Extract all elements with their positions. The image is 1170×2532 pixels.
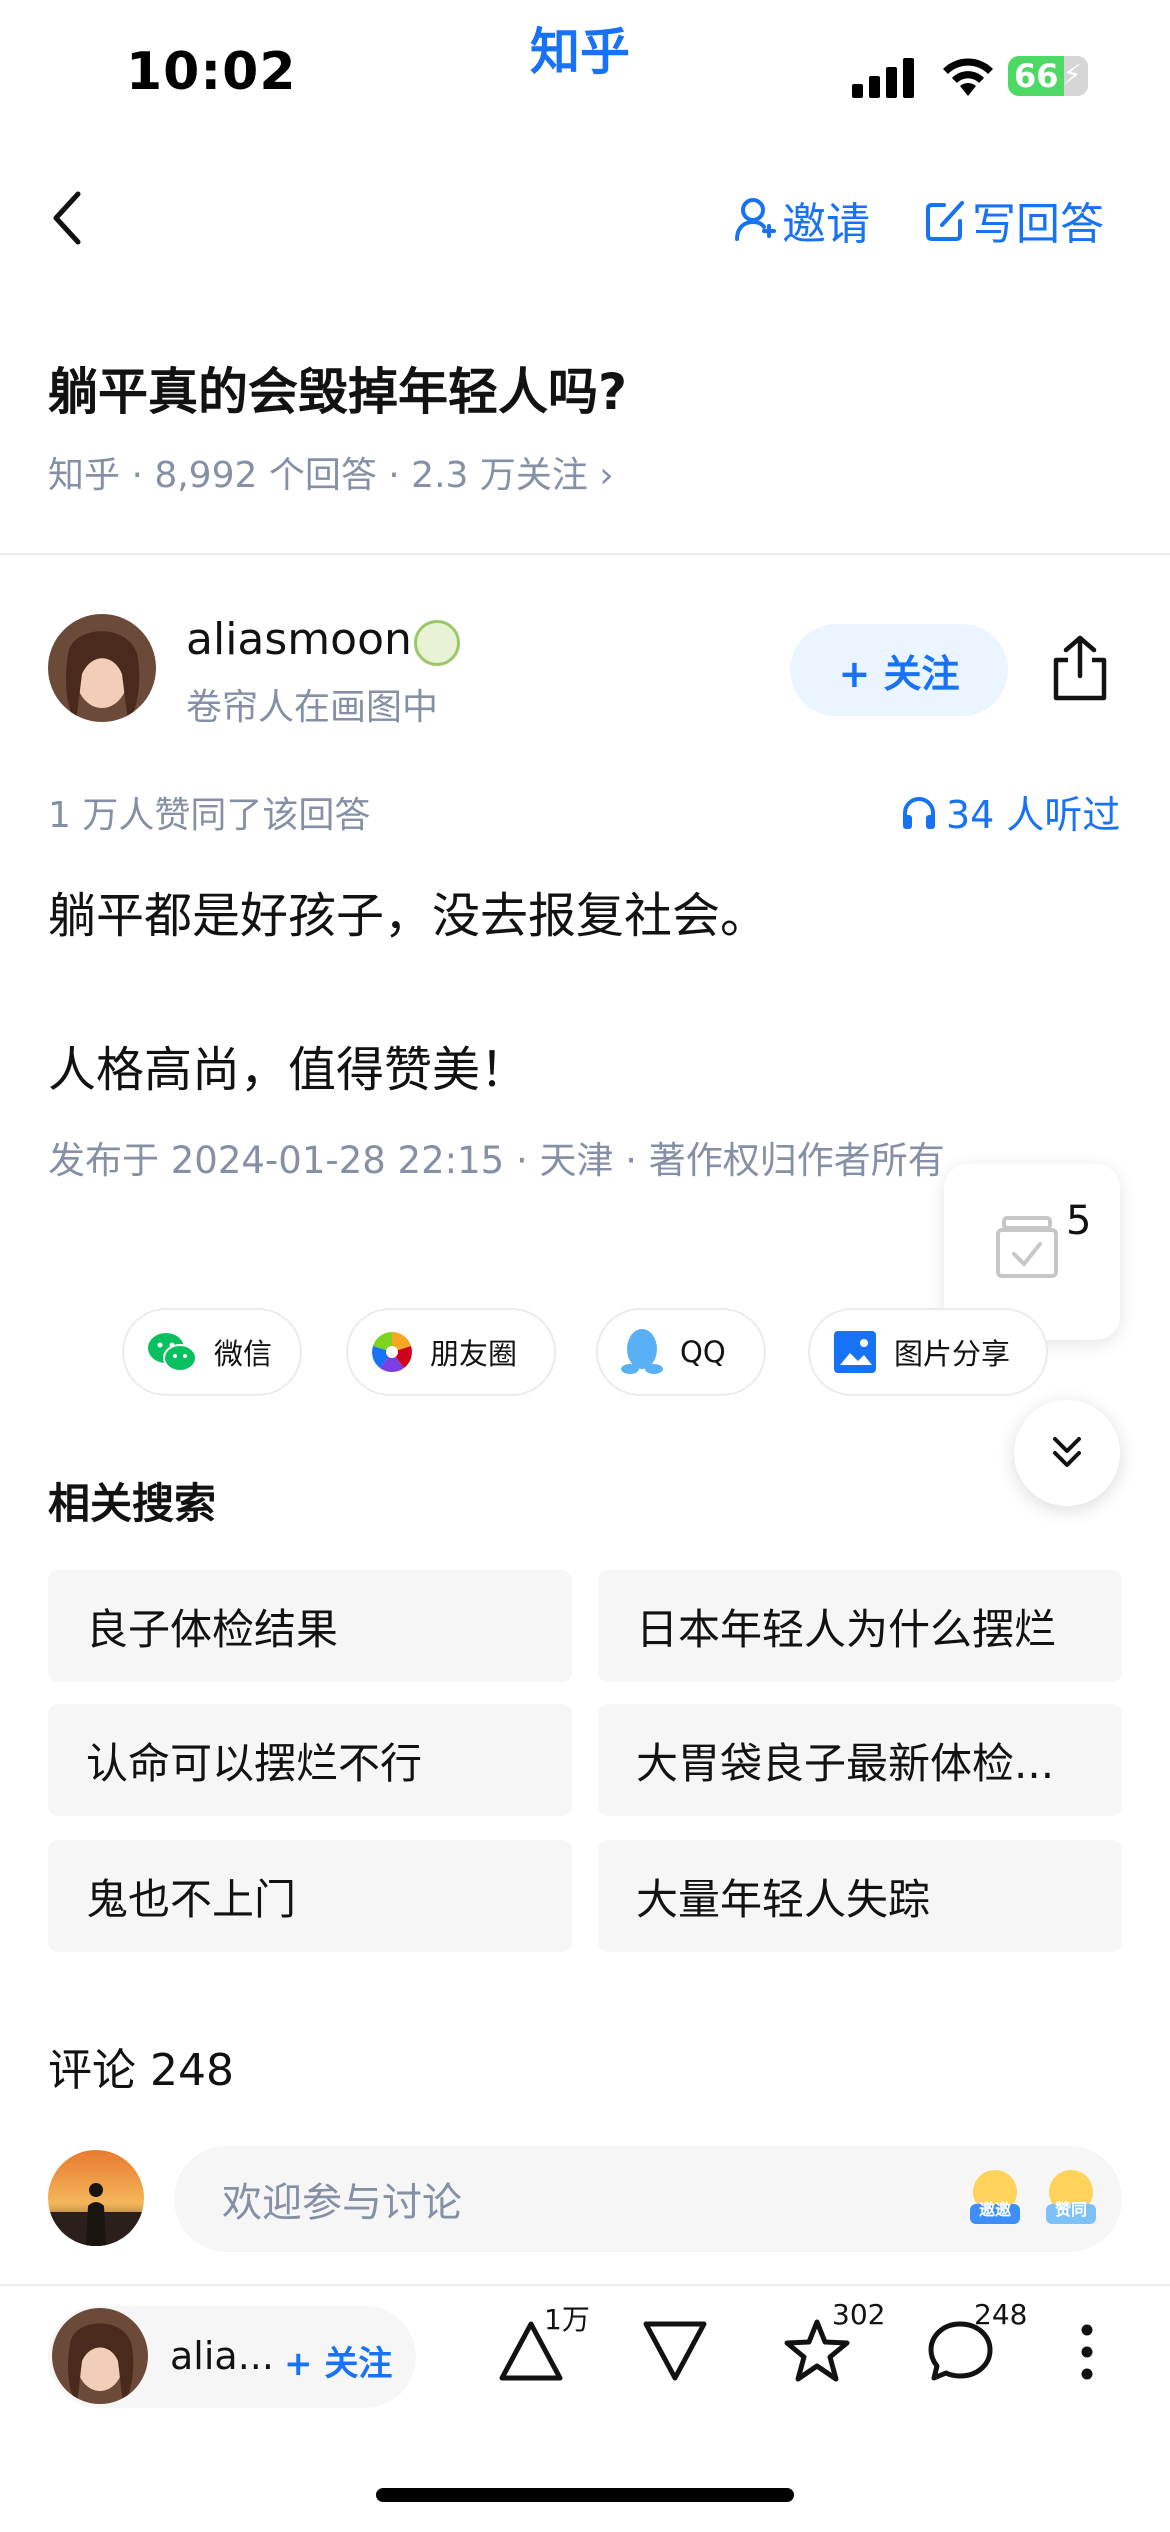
back-arrow-icon[interactable] xyxy=(48,188,96,248)
scroll-down-button[interactable] xyxy=(1014,1400,1120,1506)
star-count: 302 xyxy=(832,2298,886,2331)
section-divider xyxy=(0,553,1170,555)
related-search-item[interactable]: 大胃袋良子最新体检... xyxy=(598,1704,1122,1816)
image-share-icon xyxy=(834,1331,876,1373)
listened-count: 34 人听过 xyxy=(946,793,1121,837)
question-title[interactable]: 躺平真的会毁掉年轻人吗? xyxy=(48,352,627,424)
bottom-follow-button[interactable]: + 关注 xyxy=(284,2336,392,2385)
battery-indicator: 66 ⚡ xyxy=(1008,56,1088,96)
signal-icon xyxy=(852,58,914,98)
collection-count: 5 xyxy=(1066,1198,1092,1244)
share-image-label: 图片分享 xyxy=(894,1337,1011,1371)
share-moments-button[interactable]: 朋友圈 xyxy=(346,1308,556,1396)
related-search-item[interactable]: 认命可以摆烂不行 xyxy=(48,1704,572,1816)
related-search-item[interactable]: 良子体检结果 xyxy=(48,1570,572,1682)
follow-button[interactable]: + 关注 xyxy=(790,624,1008,716)
agree-emoji-icon[interactable]: 赞同 xyxy=(1042,2168,1100,2230)
battery-level: 66 xyxy=(1014,57,1059,95)
author-badge-icon xyxy=(414,620,460,666)
comments-title: 评论 248 xyxy=(48,2045,234,2096)
wechat-icon xyxy=(148,1333,197,1372)
emoji-label: 赞同 xyxy=(1054,2200,1087,2219)
emoji-label: 邀邀 xyxy=(978,2200,1011,2219)
upvote-summary: 1 万人赞同了该回答 xyxy=(48,795,371,836)
publish-meta: 发布于 2024-01-28 22:15 · 天津 · 著作权归作者所有 xyxy=(48,1139,945,1182)
moments-aperture-icon xyxy=(372,1332,412,1372)
comment-count: 248 xyxy=(974,2298,1028,2331)
headphones-icon xyxy=(903,796,935,829)
bottom-author-avatar[interactable] xyxy=(52,2308,148,2404)
upvote-count: 1万 xyxy=(544,2303,590,2336)
invite-emoji-icon[interactable]: 邀邀 xyxy=(966,2168,1024,2230)
share-icon[interactable] xyxy=(1050,634,1110,702)
invite-label: 邀请 xyxy=(782,199,870,250)
edit-icon xyxy=(926,201,964,241)
bottom-bar-divider xyxy=(0,2284,1170,2286)
charging-icon: ⚡ xyxy=(1062,58,1082,91)
write-answer-label: 写回答 xyxy=(972,199,1104,250)
write-answer-button[interactable]: 写回答 xyxy=(924,188,1104,252)
app-title: 知乎 xyxy=(530,23,630,81)
share-wechat-button[interactable]: 微信 xyxy=(122,1308,302,1396)
home-indicator[interactable] xyxy=(376,2488,794,2502)
more-vertical-icon[interactable] xyxy=(1074,2322,1100,2382)
downvote-icon[interactable] xyxy=(640,2318,710,2384)
share-qq-label: QQ xyxy=(680,1335,726,1369)
related-search-item[interactable]: 大量年轻人失踪 xyxy=(598,1840,1122,1952)
author-name[interactable]: aliasmoon xyxy=(186,614,412,665)
author-bio: 卷帘人在画图中 xyxy=(186,687,439,728)
listen-button[interactable]: 34 人听过 xyxy=(900,784,1120,839)
question-meta[interactable]: 知乎 · 8,992 个回答 · 2.3 万关注 › xyxy=(48,446,614,498)
share-image-button[interactable]: 图片分享 xyxy=(808,1308,1048,1396)
share-qq-button[interactable]: QQ xyxy=(596,1308,766,1396)
double-chevron-down-icon xyxy=(1053,1437,1081,1467)
comment-input[interactable]: 欢迎参与讨论 邀邀 赞同 xyxy=(174,2146,1122,2252)
related-search-item[interactable]: 鬼也不上门 xyxy=(48,1840,572,1952)
comment-placeholder: 欢迎参与讨论 xyxy=(222,2180,462,2226)
share-moments-label: 朋友圈 xyxy=(430,1337,518,1371)
status-time: 10:02 xyxy=(126,42,297,102)
bottom-author-name[interactable]: alia... xyxy=(170,2334,274,2378)
invite-person-icon xyxy=(735,198,776,241)
answer-paragraph: 人格高尚，值得赞美！ xyxy=(48,1042,529,1098)
checkbox-stack-icon xyxy=(996,1216,1058,1278)
related-search-item[interactable]: 日本年轻人为什么摆烂 xyxy=(598,1570,1122,1682)
related-search-title: 相关搜索 xyxy=(48,1479,217,1528)
author-avatar[interactable] xyxy=(48,614,156,722)
answer-paragraph: 躺平都是好孩子，没去报复社会。 xyxy=(48,888,769,944)
share-wechat-label: 微信 xyxy=(214,1337,273,1371)
qq-penguin-icon xyxy=(621,1329,663,1374)
invite-button[interactable]: 邀请 xyxy=(734,188,870,252)
wifi-icon xyxy=(943,58,993,96)
my-avatar[interactable] xyxy=(48,2150,144,2246)
